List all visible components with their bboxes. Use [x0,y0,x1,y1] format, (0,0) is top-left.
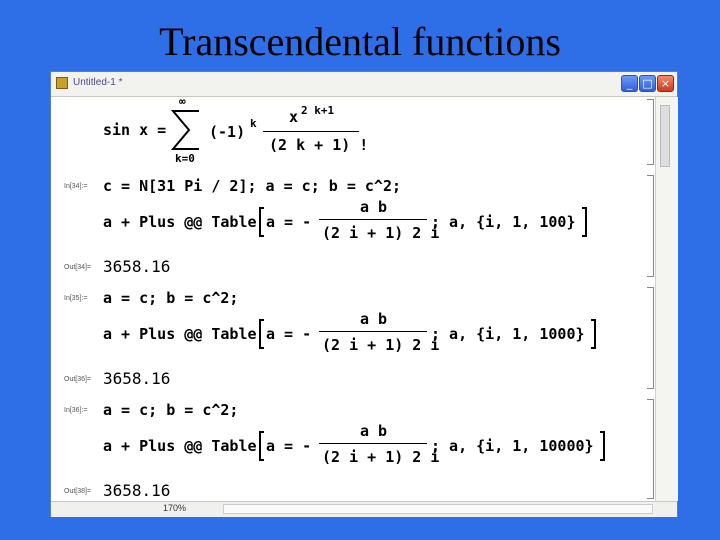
slide-title: Transcendental functions [159,19,561,64]
sum-upper-limit: ∞ [179,97,186,108]
notebook-window: Untitled-1 * _ □ × sin x = ∞ k=0 (-1) k … [50,71,678,517]
fraction-denominator-3: (2 i + 1) 2 i [322,448,440,466]
iterator-1: ; a, {i, 1, 100} [431,213,576,231]
fraction-denominator-2: (2 i + 1) 2 i [322,336,440,354]
cell-bracket[interactable] [647,175,654,277]
formula-denominator: (2 k + 1) ! [269,136,369,154]
left-bracket-1 [259,207,264,237]
horizontal-scrollbar[interactable] [223,504,653,514]
table-expr-3[interactable]: a + Plus @@ Table [103,437,257,455]
right-bracket-3 [600,431,605,461]
left-bracket-3 [259,431,264,461]
in-label-2: In[35]:= [64,295,88,302]
right-bracket-2 [591,319,596,349]
sum-lower-limit: k=0 [175,152,195,165]
window-titlebar[interactable]: Untitled-1 * _ □ × [51,72,677,97]
bracket-lhs-3: a = - [266,437,312,455]
output-value-1: 3658.16 [103,257,171,276]
input-line-1[interactable]: c = N[31 Pi / 2]; a = c; b = c^2; [103,177,401,195]
right-bracket-1 [582,207,587,237]
input-line-2[interactable]: a = c; b = c^2; [103,289,238,307]
iterator-3: ; a, {i, 1, 10000} [431,437,594,455]
formula-fraction-bar [263,131,359,132]
sign-term: (-1) [209,123,246,141]
table-expr-2[interactable]: a + Plus @@ Table [103,325,257,343]
fraction-bar-3 [319,443,427,444]
cell-bracket[interactable] [647,287,654,389]
formula-lhs: sin x = [103,121,167,139]
bracket-lhs-2: a = - [266,325,312,343]
fraction-numerator-1: a b [360,198,388,216]
window-title: Untitled-1 * [73,77,123,88]
output-value-2: 3658.16 [103,369,171,388]
left-bracket-2 [259,319,264,349]
maximize-button[interactable]: □ [639,75,656,92]
scrollbar-thumb[interactable] [660,105,670,167]
vertical-scrollbar[interactable] [655,97,678,501]
sigma-icon [171,110,199,150]
notebook-content[interactable]: sin x = ∞ k=0 (-1) k x 2 k+1 (2 k + 1) !… [51,97,654,501]
notebook-app-icon [56,77,68,89]
out-label-1: Out[34]= [64,264,92,271]
input-line-3[interactable]: a = c; b = c^2; [103,401,238,419]
out-label-2: Out[36]= [64,376,92,383]
fraction-bar-1 [319,219,427,220]
status-bar: 170% [51,501,677,517]
in-label-1: In[34]:= [64,183,88,190]
numerator-base: x [289,108,299,126]
bracket-lhs-1: a = - [266,213,312,231]
close-button[interactable]: × [657,75,674,92]
sign-exponent: k [250,117,257,130]
fraction-denominator-1: (2 i + 1) 2 i [322,224,440,242]
in-label-3: In[36]:= [64,407,88,414]
cell-bracket[interactable] [647,99,654,165]
fraction-numerator-3: a b [360,422,388,440]
table-expr-1[interactable]: a + Plus @@ Table [103,213,257,231]
output-value-3: 3658.16 [103,481,171,500]
fraction-bar-2 [319,331,427,332]
zoom-level[interactable]: 170% [163,503,186,513]
cell-bracket[interactable] [647,399,654,499]
minimize-button[interactable]: _ [621,75,638,92]
iterator-2: ; a, {i, 1, 1000} [431,325,585,343]
fraction-numerator-2: a b [360,310,388,328]
out-label-3: Out[38]= [64,488,92,495]
numerator-exponent: 2 k+1 [301,104,335,117]
